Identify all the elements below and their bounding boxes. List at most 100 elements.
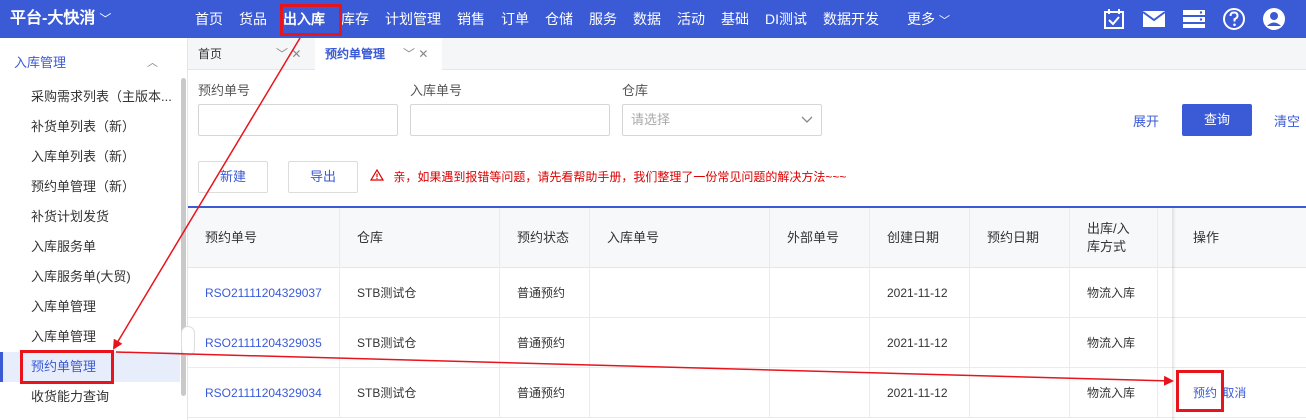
- inbound-no-input[interactable]: [410, 104, 610, 136]
- reserved-date-cell: [970, 318, 1070, 368]
- column-header: 预约状态: [500, 208, 590, 268]
- nav-item-home[interactable]: 首页: [195, 9, 223, 29]
- actions-cell: [1176, 318, 1306, 368]
- tab-close-icon[interactable]: ﹀ ✕: [276, 38, 301, 70]
- nav-item-data[interactable]: 数据: [633, 9, 661, 29]
- sidebar-item-replenishment-list[interactable]: 补货单列表（新）: [0, 112, 180, 142]
- tab-label: 预约单管理: [325, 47, 386, 61]
- sidebar-item-purchase-demand[interactable]: 采购需求列表（主版本...: [0, 82, 180, 112]
- nav-item-more[interactable]: 更多 ﹀: [907, 9, 950, 29]
- tab-close-icon[interactable]: ﹀ ✕: [403, 38, 428, 70]
- list-view-icon[interactable]: [1182, 7, 1206, 31]
- method-cell: 物流入库: [1070, 268, 1158, 318]
- user-icon[interactable]: [1262, 7, 1286, 31]
- nav-more-label: 更多: [907, 11, 935, 27]
- new-button[interactable]: 新建: [198, 161, 268, 193]
- nav-item-orders[interactable]: 订单: [501, 9, 529, 29]
- nav-item-goods[interactable]: 货品: [239, 9, 267, 29]
- warehouse-select[interactable]: 请选择: [622, 104, 822, 136]
- warehouse-cell: STB测试仓: [340, 268, 500, 318]
- nav-item-sales[interactable]: 销售: [457, 9, 485, 29]
- created-date-cell: 2021-11-12: [870, 318, 970, 368]
- column-header: 操作: [1193, 230, 1220, 245]
- inbound-no-cell: [590, 268, 770, 318]
- column-header: 入库单号: [590, 208, 770, 268]
- external-no-cell: [770, 368, 870, 418]
- inbound-no-cell: [590, 318, 770, 368]
- table-toolbar: 新建 导出 亲，如果遇到报错等问题，请先看帮助手册，我们整理了一份常见问题的解决…: [188, 150, 1306, 206]
- sidebar-collapse-handle[interactable]: [181, 326, 195, 356]
- tab-label: 首页: [198, 47, 223, 61]
- annotation-box-action: [1176, 370, 1224, 412]
- reservation-no-label: 预约单号: [198, 83, 251, 98]
- method-cell: 物流入库: [1070, 368, 1158, 418]
- reservation-no-cell: RSO21111204329037: [188, 268, 340, 318]
- reservation-no-link[interactable]: RSO21111204329034: [205, 386, 322, 400]
- reserved-date-cell: [970, 268, 1070, 318]
- chevron-down-icon: ﹀: [99, 12, 112, 26]
- help-notice: 亲，如果遇到报错等问题，请先看帮助手册，我们整理了一份常见问题的解决方法~~~: [369, 168, 846, 185]
- column-header: 出库/入库方式: [1070, 208, 1158, 268]
- platform-title: 平台-大快消: [10, 10, 96, 27]
- expand-button[interactable]: 展开: [1133, 111, 1159, 130]
- reservation-no-cell: RSO21111204329034: [188, 368, 340, 418]
- warehouse-placeholder: 请选择: [631, 112, 671, 127]
- sidebar-item-inbound-manage-1[interactable]: 入库单管理: [0, 292, 180, 322]
- top-icon-group: [1086, 7, 1286, 31]
- annotation-box-sidebar: [20, 350, 114, 384]
- table-row: RSO21111204329034 STB测试仓 普通预约 2021-11-12…: [188, 368, 1306, 418]
- chevron-up-icon: ︿: [147, 57, 158, 69]
- external-no-cell: [770, 318, 870, 368]
- column-header: 预约单号: [188, 208, 340, 268]
- cancel-action-link[interactable]: 取消: [1222, 386, 1246, 400]
- clear-button[interactable]: 清空: [1274, 111, 1300, 130]
- status-cell: 普通预约: [500, 268, 590, 318]
- nav-item-storage[interactable]: 仓储: [545, 9, 573, 29]
- sidebar-item-inbound-service-trade[interactable]: 入库服务单(大贸): [0, 262, 180, 292]
- nav-item-inventory[interactable]: 库存: [341, 9, 369, 29]
- table-header: 预约单号 仓库 预约状态 入库单号 外部单号 创建日期 预约日期 出库/入库方式…: [188, 208, 1306, 268]
- tab-home[interactable]: 首页 ﹀ ✕: [188, 38, 315, 70]
- nav-item-basic[interactable]: 基础: [721, 9, 749, 29]
- reservation-no-link[interactable]: RSO21111204329035: [205, 336, 322, 350]
- column-header: 仓库: [340, 208, 500, 268]
- nav-item-service[interactable]: 服务: [589, 9, 617, 29]
- search-button[interactable]: 查询: [1182, 104, 1252, 136]
- warehouse-cell: STB测试仓: [340, 368, 500, 418]
- warning-icon: [369, 168, 387, 184]
- nav-item-activity[interactable]: 活动: [677, 9, 705, 29]
- sidebar-item-reservation-new[interactable]: 预约单管理（新）: [0, 172, 180, 202]
- help-icon[interactable]: [1222, 7, 1246, 31]
- table-row: RSO21111204329035 STB测试仓 普通预约 2021-11-12…: [188, 318, 1306, 368]
- mail-icon[interactable]: [1142, 7, 1166, 31]
- reservation-no-cell: RSO21111204329035: [188, 318, 340, 368]
- sidebar-item-inbound-manage-2[interactable]: 入库单管理: [0, 322, 180, 352]
- sidebar-item-inbound-service[interactable]: 入库服务单: [0, 232, 180, 262]
- annotation-box-nav: [280, 4, 342, 36]
- calendar-check-icon[interactable]: [1102, 7, 1126, 31]
- sidebar-group-inbound[interactable]: 入库管理 ︿: [0, 38, 180, 88]
- external-no-cell: [770, 268, 870, 318]
- method-cell: 物流入库: [1070, 318, 1158, 368]
- platform-switcher[interactable]: 平台-大快消 ﹀: [10, 0, 111, 38]
- reserved-date-cell: [970, 368, 1070, 418]
- reservation-no-link[interactable]: RSO21111204329037: [205, 286, 322, 300]
- status-cell: 普通预约: [500, 318, 590, 368]
- nav-item-plan[interactable]: 计划管理: [385, 9, 441, 29]
- created-date-cell: 2021-11-12: [870, 368, 970, 418]
- sidebar-item-replenishment-ship[interactable]: 补货计划发货: [0, 202, 180, 232]
- created-date-cell: 2021-11-12: [870, 268, 970, 318]
- nav-item-data-dev[interactable]: 数据开发: [823, 9, 879, 29]
- sidebar-item-inbound-list[interactable]: 入库单列表（新）: [0, 142, 180, 172]
- column-header: 预约日期: [970, 208, 1070, 268]
- export-button[interactable]: 导出: [288, 161, 358, 193]
- warehouse-label: 仓库: [622, 83, 649, 98]
- status-cell: 普通预约: [500, 368, 590, 418]
- actions-cell: [1176, 268, 1306, 318]
- tab-reservation[interactable]: 预约单管理 ﹀ ✕: [315, 38, 442, 70]
- reservation-no-input[interactable]: [198, 104, 398, 136]
- nav-item-di-test[interactable]: DI测试: [765, 9, 807, 29]
- sidebar-item-receiving-capacity[interactable]: 收货能力查询: [0, 382, 180, 412]
- warehouse-cell: STB测试仓: [340, 318, 500, 368]
- sidebar-group-label: 入库管理: [14, 55, 67, 70]
